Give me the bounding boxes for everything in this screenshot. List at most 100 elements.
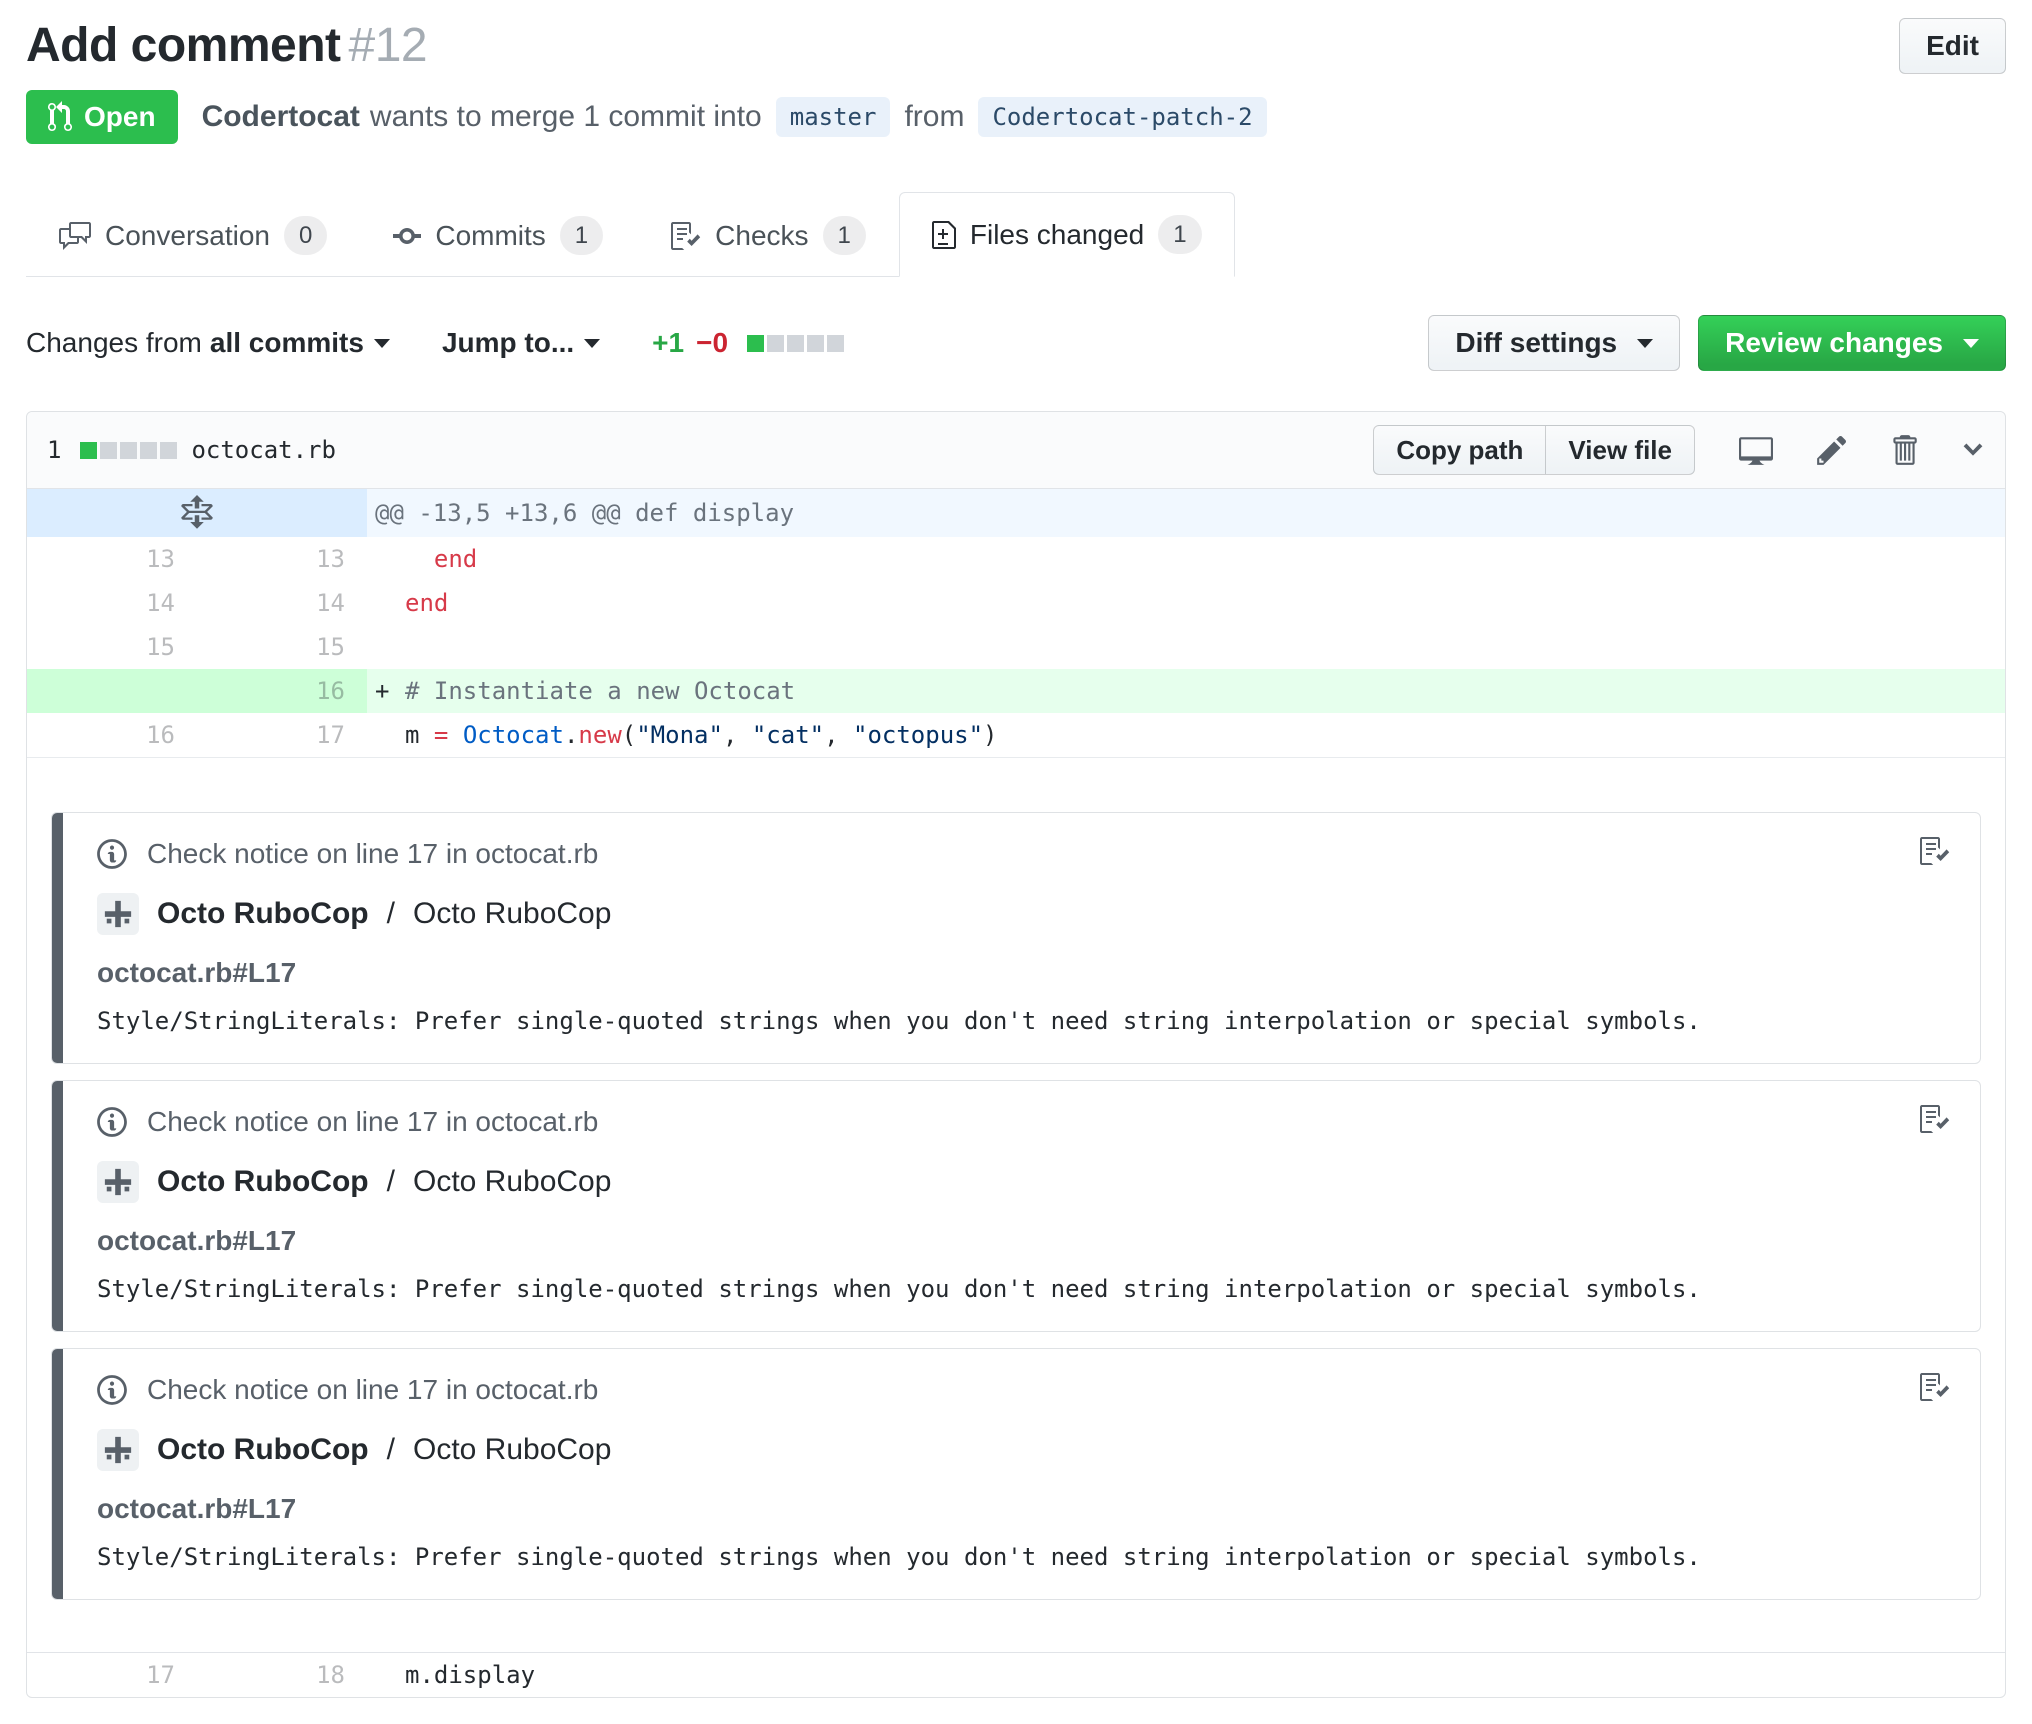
- info-icon: [97, 1107, 127, 1138]
- code-cell: m = Octocat.new("Mona", "cat", "octopus"…: [367, 713, 2005, 757]
- annotation-path: octocat.rb#L17: [97, 1493, 297, 1525]
- pr-author-link[interactable]: Codertocat: [202, 100, 360, 134]
- rich-diff-icon: [1739, 437, 1773, 466]
- review-changes-button[interactable]: Review changes: [1698, 315, 2006, 372]
- old-line-number[interactable]: 13: [27, 537, 197, 581]
- new-line-number[interactable]: 16: [197, 669, 367, 714]
- changes-from-label: Changes from: [26, 327, 202, 359]
- chevron-down-icon: [1963, 338, 1979, 348]
- chevron-down-icon: [584, 338, 601, 348]
- pr-state-label: Open: [84, 101, 156, 132]
- edit-file-button[interactable]: [1817, 433, 1847, 467]
- code-text: end: [433, 545, 478, 574]
- base-branch-label[interactable]: master: [775, 97, 891, 137]
- annotation-message: Style/StringLiterals: Prefer single-quot…: [97, 1543, 1701, 1572]
- tab-conversation[interactable]: Conversation 0: [26, 195, 360, 276]
- tool-name[interactable]: Octo RuboCop: [157, 1165, 369, 1199]
- tab-label: Commits: [435, 219, 546, 251]
- delete-file-button[interactable]: [1891, 433, 1917, 467]
- old-line-number[interactable]: 15: [27, 625, 197, 669]
- diff-rows-after: 17 18 m.display: [27, 1652, 2005, 1697]
- annotation-tool-row: Octo RuboCop / Octo RuboCop: [97, 1161, 1946, 1204]
- tool-context: Octo RuboCop: [412, 897, 612, 931]
- tab-checks[interactable]: Checks 1: [636, 195, 899, 276]
- annotation-checks-badge: [1918, 1103, 1950, 1142]
- diffstat-neutral-block: [140, 441, 158, 459]
- annotation-left-bar: [52, 813, 63, 1064]
- diffstat-neutral-block: [787, 334, 805, 352]
- comment-discussion-icon: [59, 221, 91, 250]
- diffstat-neutral-block: [807, 334, 825, 352]
- code-cell: [367, 625, 2005, 669]
- tool-context: Octo RuboCop: [412, 1165, 612, 1199]
- jump-to-dropdown[interactable]: Jump to...: [441, 327, 601, 359]
- code-text: end: [405, 589, 449, 618]
- annotation-message: Style/StringLiterals: Prefer single-quot…: [97, 1007, 1701, 1036]
- diffstat-neutral-block: [100, 441, 118, 459]
- tab-label: Files changed: [969, 218, 1145, 250]
- diffstat-neutral-block: [160, 441, 178, 459]
- checklist-icon: [1920, 837, 1950, 866]
- counter-badge: 1: [559, 216, 604, 256]
- plus-icon: [104, 1169, 132, 1196]
- diff-settings-button[interactable]: Diff settings: [1428, 315, 1681, 372]
- tool-name[interactable]: Octo RuboCop: [157, 1433, 369, 1467]
- file-name-link[interactable]: octocat.rb: [191, 436, 336, 464]
- code-text: # Instantiate a new Octocat: [405, 677, 796, 706]
- new-line-number[interactable]: 17: [197, 713, 367, 757]
- old-line-number[interactable]: 16: [27, 713, 197, 757]
- rich-diff-button[interactable]: [1739, 433, 1773, 467]
- unfold-icon: [181, 495, 213, 529]
- view-file-button[interactable]: View file: [1545, 425, 1695, 476]
- old-line-number[interactable]: 14: [27, 581, 197, 625]
- annotation-left-bar: [52, 1081, 63, 1332]
- head-branch-label[interactable]: Codertocat-patch-2: [978, 97, 1267, 137]
- jump-to-label: Jump to...: [441, 327, 575, 359]
- tab-files-changed[interactable]: Files changed 1: [898, 192, 1235, 278]
- old-line-number[interactable]: [27, 669, 197, 714]
- expand-hunk-button[interactable]: [27, 489, 367, 538]
- diffstat-addition-block: [80, 441, 98, 459]
- tool-context: Octo RuboCop: [412, 1433, 612, 1467]
- code-text: m.display: [405, 1661, 536, 1690]
- annotation-header: Check notice on line 17 in octocat.rb: [97, 837, 1946, 871]
- file-button-group: Copy path View file: [1373, 425, 1695, 476]
- pr-status-row: Open Codertocat wants to merge 1 commit …: [26, 90, 2006, 144]
- edit-button[interactable]: Edit: [1899, 18, 2006, 74]
- check-annotation: Check notice on line 17 in octocat.rb Oc…: [51, 1348, 1981, 1601]
- annotation-checks-badge: [1918, 835, 1950, 874]
- file-diff-icon: [931, 220, 956, 249]
- tab-label: Checks: [715, 219, 809, 251]
- diff-line-row: 15 15: [27, 625, 2005, 669]
- new-line-number[interactable]: 13: [197, 537, 367, 581]
- additions-count: +1: [652, 327, 685, 359]
- annotation-header-text: Check notice on line 17 in octocat.rb: [147, 838, 599, 870]
- pr-page: Add comment #12 Edit Open Codertocat want…: [0, 0, 2032, 1699]
- old-line-number[interactable]: 17: [27, 1653, 197, 1697]
- annotation-header-text: Check notice on line 17 in octocat.rb: [147, 1106, 599, 1138]
- check-annotations: Check notice on line 17 in octocat.rb Oc…: [27, 757, 2005, 1652]
- diffstat-neutral-block: [767, 334, 785, 352]
- new-line-number[interactable]: 14: [197, 581, 367, 625]
- annotation-header-text: Check notice on line 17 in octocat.rb: [147, 1374, 599, 1406]
- hunk-header: @@ -13,5 +13,6 @@ def display: [367, 489, 2005, 538]
- copy-path-button[interactable]: Copy path: [1373, 425, 1547, 476]
- new-line-number[interactable]: 18: [197, 1653, 367, 1697]
- info-icon: [97, 1375, 127, 1406]
- changes-from-dropdown[interactable]: Changes from all commits: [26, 327, 390, 359]
- collapse-diff-button[interactable]: [1961, 435, 1985, 465]
- tab-label: Conversation: [105, 219, 270, 251]
- info-icon: [97, 839, 127, 870]
- tool-name[interactable]: Octo RuboCop: [157, 897, 369, 931]
- plus-icon: [104, 1437, 132, 1464]
- deletions-count: −0: [696, 327, 729, 359]
- annotation-path: octocat.rb#L17: [97, 957, 297, 989]
- chevron-down-icon: [1963, 443, 1983, 456]
- new-line-number[interactable]: 15: [197, 625, 367, 669]
- tab-commits[interactable]: Commits 1: [360, 195, 636, 276]
- annotation-header: Check notice on line 17 in octocat.rb: [97, 1373, 1946, 1407]
- diff-line-row: 14 14 end: [27, 581, 2005, 625]
- edit-file-icon: [1817, 436, 1847, 466]
- annotation-tool-row: Octo RuboCop / Octo RuboCop: [97, 1429, 1946, 1472]
- diffstat-neutral-block: [827, 334, 845, 352]
